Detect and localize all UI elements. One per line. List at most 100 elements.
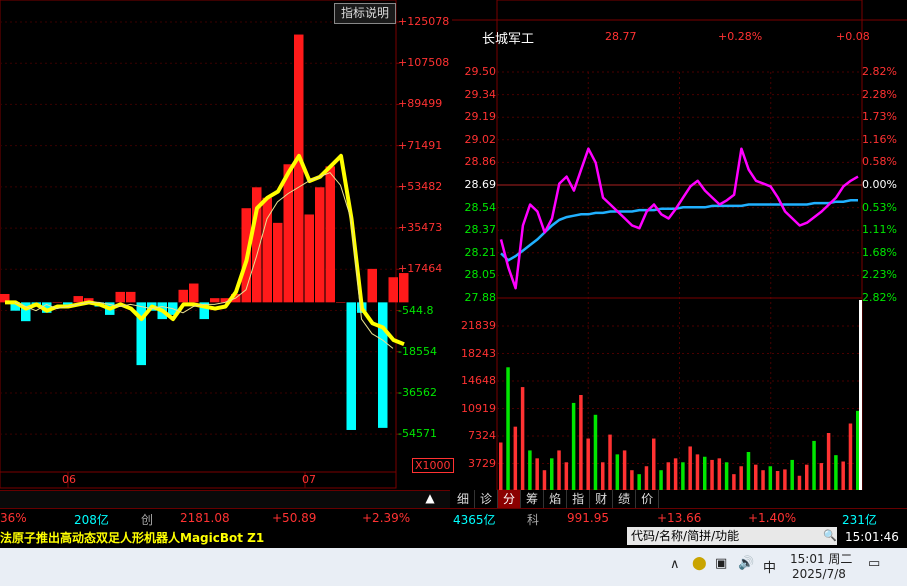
ticker-a: 36% (0, 511, 27, 525)
inflow-bar (126, 291, 136, 303)
indicator-help-button[interactable]: 指标说明 (334, 3, 396, 24)
percent-tick-label: 1.68% (862, 245, 897, 259)
ticker-f: +2.39% (362, 511, 411, 525)
inflow-bar (325, 166, 335, 303)
stock-name[interactable]: 长城军工 (482, 28, 534, 47)
average-flow-line (14, 172, 394, 349)
left-axis-label: +89499 (398, 97, 443, 111)
ime-indicator[interactable]: 中 (763, 557, 776, 576)
app-tray-icon[interactable]: ⬤ (692, 556, 707, 571)
ticker-c: 创 (141, 513, 154, 527)
volume-icon[interactable]: 🔊 (738, 556, 754, 571)
tab-5[interactable]: 指 (567, 490, 591, 508)
tab-8[interactable]: 价 (636, 490, 660, 508)
taskbar-time[interactable]: 15:01 周二 (790, 550, 852, 567)
volume-bar (622, 450, 627, 490)
volume-bar (550, 458, 554, 490)
volume-bar (783, 469, 787, 490)
ticker-l: 231亿 (842, 513, 877, 527)
price-tick-label: 28.54 (464, 200, 497, 214)
news-scroller[interactable]: 法原子推出高动态双足人形机器人MagicBot Z1 (0, 529, 264, 546)
price-tick-label: 28.86 (464, 155, 497, 169)
left-scrollbar[interactable] (0, 490, 450, 509)
search-icon[interactable]: 🔍 (823, 529, 837, 542)
volume-tick-label: 3729 (468, 456, 496, 470)
percent-tick-label: 2.82% (862, 291, 897, 304)
volume-bar (768, 466, 773, 490)
volume-bar (681, 462, 685, 490)
left-axis-label: +17464 (398, 262, 443, 276)
inflow-bar (315, 187, 325, 303)
volume-bar (499, 442, 503, 490)
volume-bar (579, 395, 583, 490)
volume-bar (848, 423, 853, 490)
percent-tick-label: 0.00% (862, 178, 897, 191)
x-label-06: 06 (62, 473, 76, 486)
percent-tick-label: 1.16% (862, 132, 897, 146)
volume-bar (586, 438, 590, 490)
tab-6[interactable]: 财 (590, 490, 614, 508)
volume-tick-label: 21839 (461, 319, 496, 332)
network-icon[interactable]: ▣ (715, 556, 727, 571)
tab-7[interactable]: 绩 (613, 490, 637, 508)
price-tick-label: 29.50 (464, 65, 497, 78)
volume-tick-label: 10919 (461, 401, 496, 415)
inflow-bar (210, 298, 220, 303)
volume-bar (535, 458, 539, 490)
price-tick-label: 28.69 (464, 178, 497, 191)
volume-bar (630, 470, 634, 490)
volume-bar (754, 464, 758, 490)
tab-2[interactable]: 分 (498, 490, 522, 508)
volume-bar (615, 454, 620, 490)
volume-bar (608, 434, 612, 490)
ticker-g: 4365亿 (453, 513, 496, 527)
tab-3[interactable]: 筹 (521, 490, 545, 508)
volume-bar (732, 474, 736, 490)
percent-tick-label: 2.23% (862, 268, 897, 282)
volume-bar (557, 450, 561, 490)
intraday-svg (452, 0, 907, 491)
intraday-chart[interactable] (452, 0, 907, 491)
price-tick-label: 29.34 (464, 87, 497, 101)
ticker-j: +13.66 (657, 511, 702, 525)
tab-1[interactable]: 诊 (475, 490, 499, 508)
taskbar-date[interactable]: 2025/7/8 (792, 567, 846, 581)
tab-4[interactable]: 焰 (544, 490, 568, 508)
search-input[interactable]: 代码/名称/简拼/功能 (627, 527, 837, 545)
volume-bar (805, 464, 809, 490)
percent-tick-label: 0.58% (862, 155, 897, 169)
closing-volume-bar (859, 300, 862, 490)
index-ticker-bar: 36% 208亿 创 2181.08 +50.89 +2.39% 4365亿 科… (0, 508, 907, 529)
chart-tabs: 细诊分筹焰指财绩价 (452, 490, 660, 508)
volume-bar (724, 462, 729, 490)
left-axis-label: +35473 (398, 221, 443, 235)
inflow-bar (336, 302, 346, 303)
capital-flow-chart[interactable] (0, 0, 450, 490)
volume-bar (695, 454, 700, 490)
volume-bar (746, 452, 751, 490)
volume-bar (797, 475, 802, 490)
inflow-bar (52, 302, 62, 303)
notification-icon[interactable]: ▭ (868, 556, 880, 571)
price-tick-label: 27.88 (464, 291, 497, 304)
price-tick-label: 29.02 (464, 132, 497, 146)
volume-bar (644, 466, 649, 490)
outflow-bar (346, 302, 356, 430)
volume-bar (528, 450, 532, 490)
volume-bar (513, 426, 518, 490)
chevron-up-icon[interactable]: ∧ (670, 557, 680, 572)
volume-bar (688, 446, 692, 490)
volume-tick-label: 18243 (461, 346, 496, 360)
volume-bar (710, 459, 714, 490)
scroll-up-icon[interactable]: ▲ (420, 491, 440, 506)
volume-bar (819, 463, 824, 490)
volume-bar (841, 461, 845, 490)
tab-0[interactable]: 细 (452, 490, 476, 508)
left-axis-label: -36562 (398, 385, 437, 399)
outflow-bar (136, 302, 146, 366)
unit-label: X1000 (412, 458, 454, 473)
volume-bar (593, 414, 598, 490)
volume-bar (812, 440, 816, 490)
ticker-e: +50.89 (272, 511, 317, 525)
volume-bar (790, 459, 794, 490)
